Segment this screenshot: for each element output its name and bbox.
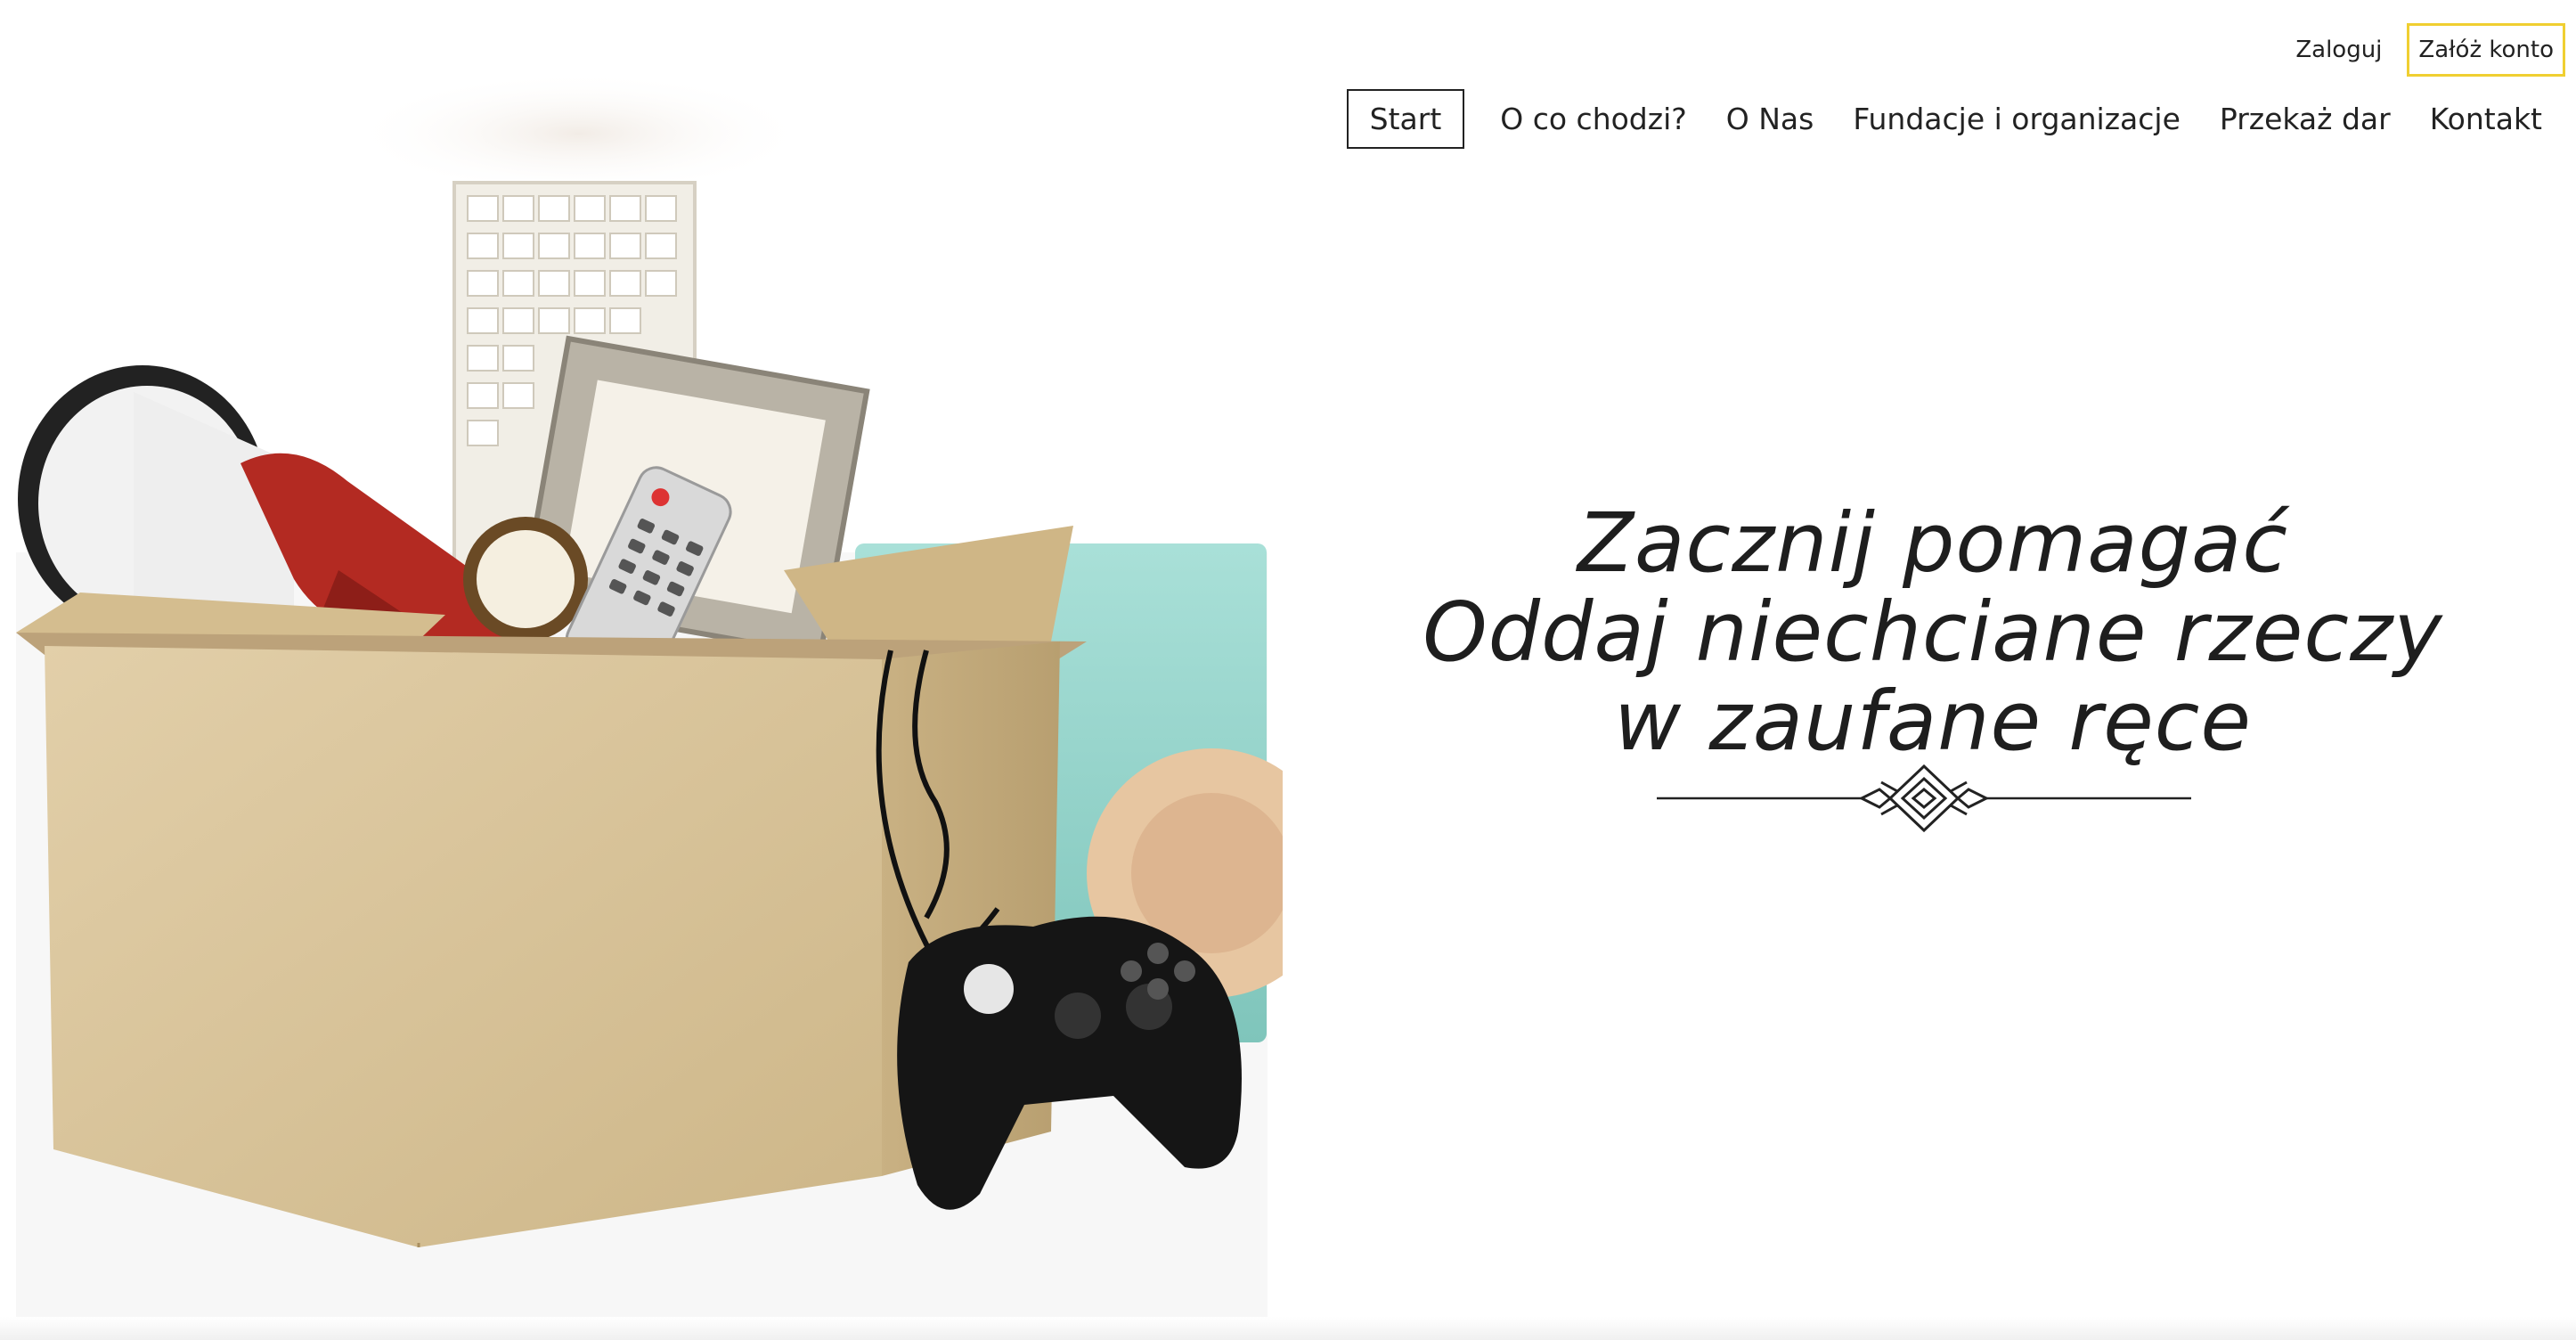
hero-image xyxy=(0,0,1283,1340)
hero-headline: Zacznij pomagać Oddaj niechciane rzeczy … xyxy=(1336,499,2530,766)
bottom-fade xyxy=(0,1317,2576,1340)
nav-item-foundations[interactable]: Fundacje i organizacje xyxy=(1833,89,2200,149)
donation-box-photo xyxy=(16,71,1283,1317)
ornament-divider-icon xyxy=(1657,764,2191,833)
main-nav: Start O co chodzi? O Nas Fundacje i orga… xyxy=(1346,89,2562,149)
nav-item-about-us[interactable]: O Nas xyxy=(1707,89,1834,149)
register-button[interactable]: Załóż konto xyxy=(2407,23,2565,77)
nav-item-about-idea[interactable]: O co chodzi? xyxy=(1480,89,1707,149)
nav-item-donate[interactable]: Przekaż dar xyxy=(2200,89,2410,149)
nav-item-start[interactable]: Start xyxy=(1346,89,1465,149)
nav-item-contact[interactable]: Kontakt xyxy=(2410,89,2562,149)
login-link[interactable]: Zaloguj xyxy=(2287,24,2391,76)
headline-line-3: w zaufane ręce xyxy=(1614,674,2252,769)
headline-line-2: Oddaj niechciane rzeczy xyxy=(1423,584,2443,680)
auth-links: Zaloguj Załóż konto xyxy=(2287,23,2565,77)
headline-line-1: Zacznij pomagać xyxy=(1577,495,2288,591)
